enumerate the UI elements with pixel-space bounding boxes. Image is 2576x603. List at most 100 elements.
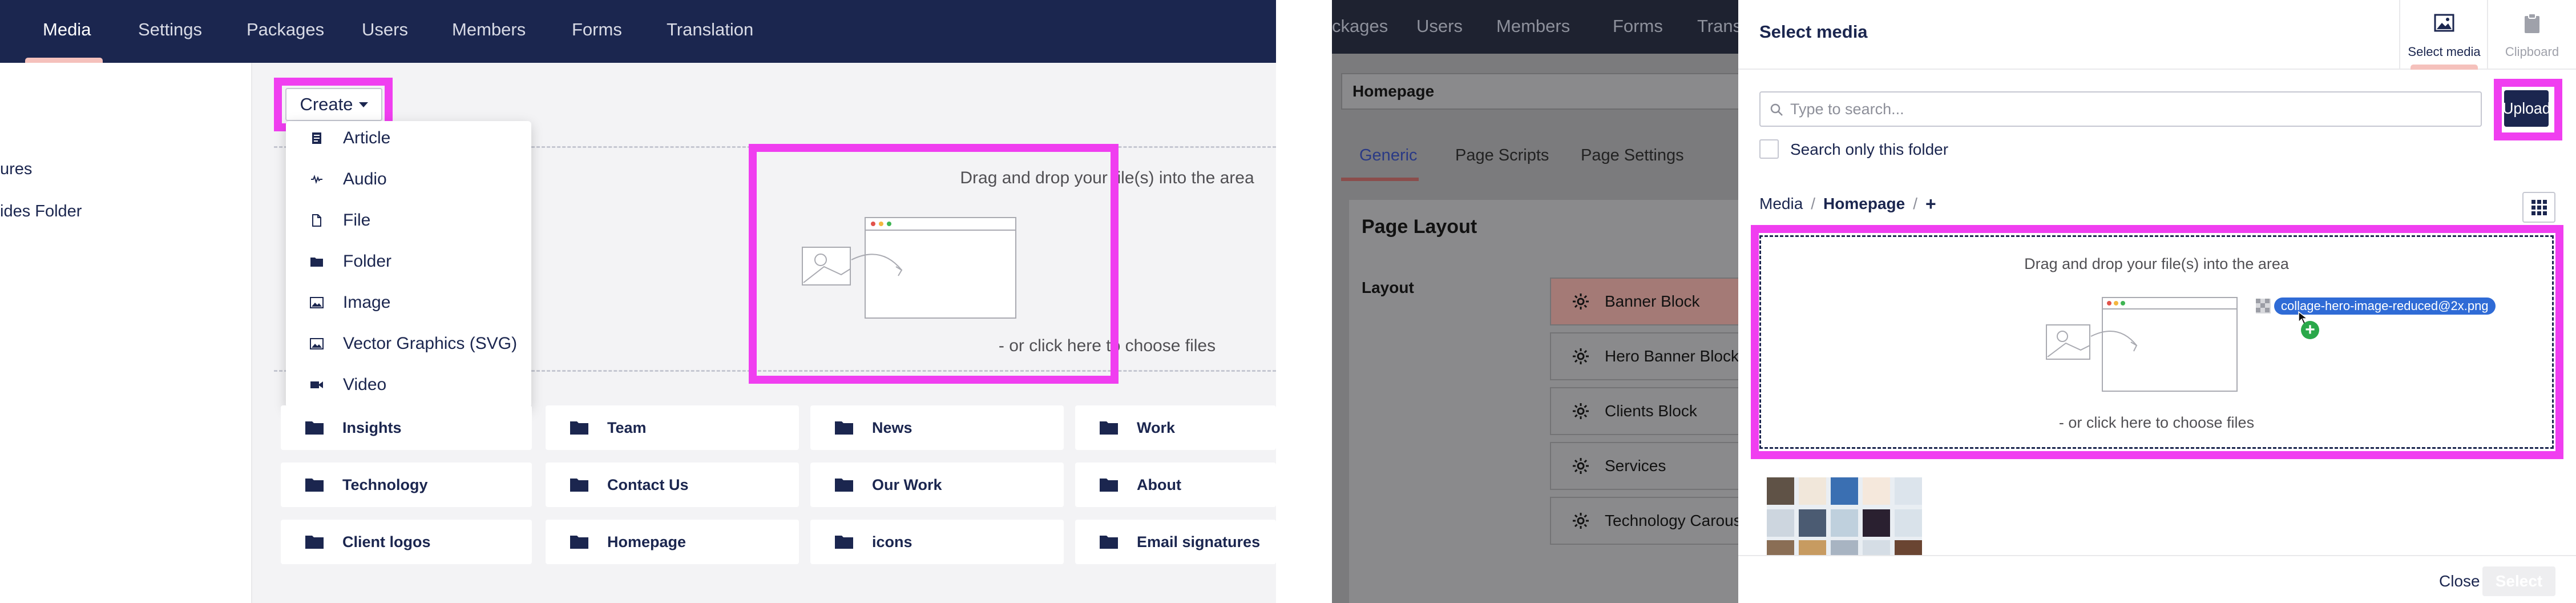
highlight-dropzone [749,144,1119,384]
nav-item-users[interactable]: Users [362,19,408,40]
close-button[interactable]: Close [2439,572,2480,590]
folder-name: Client logos [342,533,431,550]
gear-icon [1573,458,1589,474]
folder-card[interactable]: Email signatures [1075,520,1276,564]
create-button[interactable]: Create [285,88,382,121]
grid-view-button[interactable] [2522,192,2555,223]
menu-item-video[interactable]: Video [286,368,531,402]
nav-item-packages[interactable]: Packages [247,19,324,40]
gear-icon [1573,348,1589,364]
video-icon [310,378,324,392]
folder-icon [1100,536,1118,549]
folder-icon [310,255,324,268]
file-icon [310,214,324,227]
tab-page-scripts[interactable]: Page Scripts [1455,146,1549,165]
block-row[interactable]: Banner Block [1550,278,1738,325]
block-row[interactable]: Technology Carousel [1550,497,1738,545]
folder-name: News [872,419,912,436]
block-row[interactable]: Hero Banner Block [1550,332,1738,380]
folder-icon [1100,421,1118,435]
folder-icon [305,479,324,492]
folder-card[interactable]: icons [810,520,1064,564]
search-only-folder-checkbox[interactable] [1759,139,1779,159]
breadcrumb: Media / Homepage / + [1759,194,1936,214]
content-name-field[interactable]: Homepage [1341,73,1738,110]
tab-label: Select media [2408,45,2481,59]
nav-item-users[interactable]: Users [1416,16,1463,37]
folder-card[interactable]: Client logos [281,520,532,564]
folder-card[interactable]: Team [546,405,799,450]
menu-item-vector-graphics[interactable]: Vector Graphics (SVG) [286,327,531,361]
menu-item-label: File [343,211,371,230]
folder-name: Work [1137,419,1176,436]
clipboard-icon [2525,13,2539,33]
search-icon [1770,103,1783,116]
folder-icon [1100,479,1118,492]
block-row[interactable]: Services [1550,442,1738,490]
folder-icon [305,421,324,435]
tree-item[interactable]: ides Folder [0,202,82,221]
block-name: Clients Block [1605,402,1697,420]
nav-item-translation[interactable]: Translation [667,19,753,40]
dragged-file-thumbnail-icon [2256,299,2271,313]
nav-item-members[interactable]: Members [1496,16,1570,37]
tab-page-settings[interactable]: Page Settings [1581,146,1684,165]
folder-icon [570,479,588,492]
block-name: Technology Carousel [1605,512,1738,529]
folder-name: Contact Us [607,476,689,493]
folder-icon [835,536,853,549]
folder-card[interactable]: About [1075,463,1276,507]
nav-item-forms[interactable]: Forms [1613,16,1663,37]
folder-card[interactable]: Homepage [546,520,799,564]
upload-button-label: Upload [2502,99,2551,117]
folder-card[interactable]: Our Work [810,463,1064,507]
image-icon [310,296,324,309]
menu-item-label: Article [343,128,391,147]
dropzone-choose-files-link[interactable]: - or click here to choose files [1761,414,2552,432]
tab-select-media[interactable]: Select media [2399,0,2487,70]
block-row[interactable]: Clients Block [1550,387,1738,435]
menu-item-folder[interactable]: Folder [286,244,531,279]
dimmed-content-editor: ckages Users Members Forms Transl Homepa… [1332,0,1738,603]
breadcrumb-media[interactable]: Media [1759,195,1803,213]
media-thumbnail-grid[interactable] [1767,477,1922,555]
folder-card[interactable]: News [810,405,1064,450]
folder-card[interactable]: Work [1075,405,1276,450]
tab-generic[interactable]: Generic [1359,146,1418,165]
tab-clipboard[interactable]: Clipboard [2487,0,2575,70]
nav-item-forms[interactable]: Forms [572,19,622,40]
nav-item-media[interactable]: Media [43,19,91,40]
nav-item-packages[interactable]: ckages [1332,16,1388,37]
search-only-folder-label: Search only this folder [1790,140,1949,158]
tab-label: Clipboard [2505,45,2559,59]
folder-card[interactable]: Technology [281,463,532,507]
dropzone-heading: Drag and drop your file(s) into the area [2024,255,2289,272]
upload-button[interactable]: Upload [2502,90,2551,127]
menu-item-article[interactable]: Article [286,121,531,155]
gear-icon [1573,513,1589,529]
folder-name: About [1137,476,1181,493]
folder-card[interactable]: Contact Us [546,463,799,507]
folder-icon [570,536,588,549]
folder-name: Insights [342,419,402,436]
block-name: Banner Block [1605,292,1700,310]
breadcrumb-homepage[interactable]: Homepage [1823,195,1905,213]
menu-item-image[interactable]: Image [286,286,531,320]
add-folder-button[interactable]: + [1925,194,1936,215]
select-button[interactable]: Select [2482,566,2555,596]
active-tab-indicator [2411,65,2478,70]
menu-item-file[interactable]: File [286,203,531,238]
nav-item-settings[interactable]: Settings [138,19,202,40]
nav-item-translation[interactable]: Transl [1697,16,1738,37]
media-search-input[interactable] [1790,93,2475,126]
select-media-panel: Select media Select media Clipboard Uplo… [1738,0,2576,603]
folder-name: Our Work [872,476,942,493]
menu-item-audio[interactable]: Audio [286,162,531,196]
nav-item-members[interactable]: Members [452,19,526,40]
folder-card[interactable]: Insights [281,405,532,450]
tree-item[interactable]: ures [0,160,32,179]
left-screenshot: Media Settings Packages Users Members Fo… [0,0,1276,603]
breadcrumb-separator: / [1811,195,1816,212]
upload-dropzone[interactable]: Drag and drop your file(s) into the area… [1759,235,2554,449]
grid-icon [2531,200,2547,215]
